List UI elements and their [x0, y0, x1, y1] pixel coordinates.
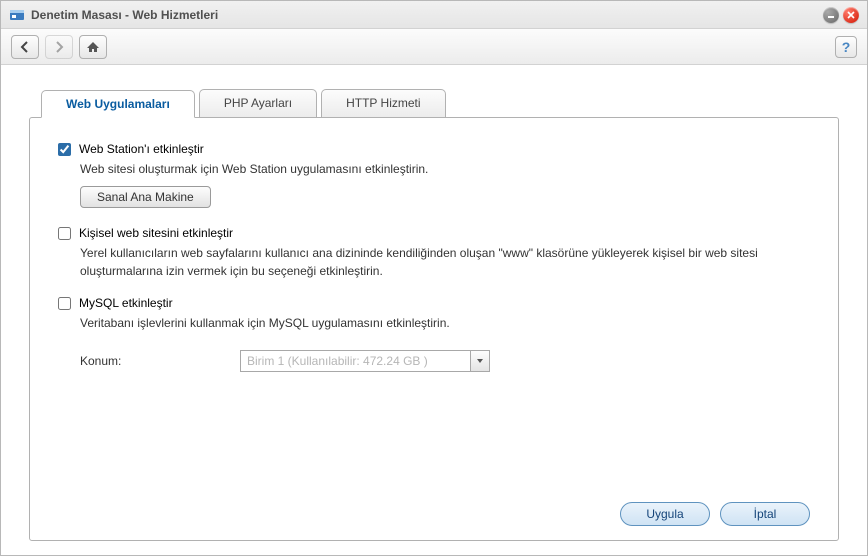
back-button[interactable]	[11, 35, 39, 59]
control-panel-window: Denetim Masası - Web Hizmetleri ? Web Uy…	[0, 0, 868, 556]
help-button[interactable]: ?	[835, 36, 857, 58]
webstation-label: Web Station'ı etkinleştir	[79, 142, 204, 156]
mysql-description: Veritabanı işlevlerini kullanmak için My…	[80, 314, 810, 332]
forward-button[interactable]	[45, 35, 73, 59]
personal-site-checkbox[interactable]	[58, 227, 71, 240]
personal-site-label: Kişisel web sitesini etkinleştir	[79, 226, 233, 240]
window-controls	[823, 7, 859, 23]
mysql-location-select[interactable]	[240, 350, 490, 372]
toolbar: ?	[1, 29, 867, 65]
webstation-checkbox[interactable]	[58, 143, 71, 156]
webstation-description: Web sitesi oluşturmak için Web Station u…	[80, 160, 810, 178]
app-icon	[9, 7, 25, 23]
home-button[interactable]	[79, 35, 107, 59]
mysql-label: MySQL etkinleştir	[79, 296, 173, 310]
titlebar: Denetim Masası - Web Hizmetleri	[1, 1, 867, 29]
window-title: Denetim Masası - Web Hizmetleri	[31, 8, 823, 22]
mysql-location-row: Konum:	[80, 350, 810, 372]
close-button[interactable]	[843, 7, 859, 23]
mysql-row: MySQL etkinleştir	[58, 296, 810, 310]
tab-http-service[interactable]: HTTP Hizmeti	[321, 89, 445, 117]
webstation-row: Web Station'ı etkinleştir	[58, 142, 810, 156]
mysql-location-label: Konum:	[80, 354, 240, 368]
tab-strip: Web Uygulamaları PHP Ayarları HTTP Hizme…	[41, 89, 839, 117]
body-area: Web Uygulamaları PHP Ayarları HTTP Hizme…	[1, 65, 867, 555]
chevron-down-icon[interactable]	[470, 350, 490, 372]
tab-php-settings[interactable]: PHP Ayarları	[199, 89, 317, 117]
minimize-button[interactable]	[823, 7, 839, 23]
footer-buttons: Uygula İptal	[58, 492, 810, 526]
personal-site-row: Kişisel web sitesini etkinleştir	[58, 226, 810, 240]
mysql-location-input[interactable]	[240, 350, 490, 372]
personal-site-description: Yerel kullanıcıların web sayfalarını kul…	[80, 244, 810, 280]
cancel-button[interactable]: İptal	[720, 502, 810, 526]
mysql-checkbox[interactable]	[58, 297, 71, 310]
apply-button[interactable]: Uygula	[620, 502, 710, 526]
virtual-host-button[interactable]: Sanal Ana Makine	[80, 186, 211, 208]
web-applications-panel: Web Station'ı etkinleştir Web sitesi olu…	[29, 117, 839, 541]
tab-web-applications[interactable]: Web Uygulamaları	[41, 90, 195, 118]
